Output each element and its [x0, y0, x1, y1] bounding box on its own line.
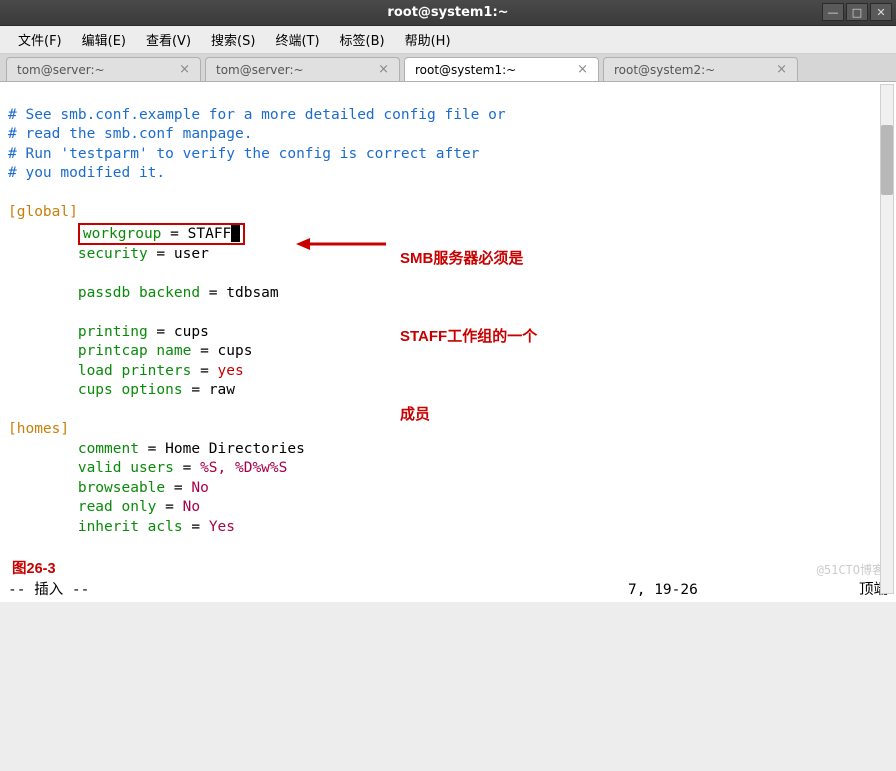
comment-line: # Run 'testparm' to verify the config is…: [8, 146, 479, 162]
tab-1[interactable]: tom@server:~ ×: [205, 57, 400, 81]
menu-edit[interactable]: 编辑(E): [74, 27, 134, 52]
scroll-thumb[interactable]: [881, 125, 893, 195]
close-icon[interactable]: ×: [179, 62, 190, 77]
minimize-button[interactable]: —: [822, 3, 844, 21]
comment-line: # See smb.conf.example for a more detail…: [8, 107, 506, 123]
arrow-icon: [296, 237, 386, 251]
section-homes: [homes]: [8, 421, 69, 437]
vim-statusbar: -- 插入 -- 7, 19-26 顶端: [8, 581, 888, 601]
cursor-icon: [231, 225, 240, 242]
tab-0[interactable]: tom@server:~ ×: [6, 57, 201, 81]
close-icon[interactable]: ×: [577, 62, 588, 77]
close-icon[interactable]: ×: [378, 62, 389, 77]
comment-line: # you modified it.: [8, 165, 165, 181]
highlighted-config: workgroup = STAFF: [78, 223, 245, 245]
menu-help[interactable]: 帮助(H): [397, 27, 459, 52]
tab-2[interactable]: root@system1:~ ×: [404, 57, 599, 81]
window-controls: — □ ✕: [822, 3, 892, 21]
comment-line: # read the smb.conf manpage.: [8, 126, 252, 142]
menu-file[interactable]: 文件(F): [10, 27, 70, 52]
menu-tabs[interactable]: 标签(B): [332, 27, 393, 52]
figure-label: 图26-3: [12, 560, 56, 580]
watermark: @51CTO博客: [817, 561, 884, 581]
maximize-button[interactable]: □: [846, 3, 868, 21]
menu-view[interactable]: 查看(V): [138, 27, 199, 52]
window-title: root@system1:~: [387, 5, 508, 20]
section-global: [global]: [8, 204, 78, 220]
cursor-position: 7, 19-26: [628, 581, 698, 601]
menubar: 文件(F) 编辑(E) 查看(V) 搜索(S) 终端(T) 标签(B) 帮助(H…: [0, 26, 896, 54]
close-icon[interactable]: ×: [776, 62, 787, 77]
tab-label: root@system1:~: [415, 63, 516, 77]
terminal-content[interactable]: # See smb.conf.example for a more detail…: [0, 82, 896, 602]
titlebar: root@system1:~ — □ ✕: [0, 0, 896, 26]
tab-label: root@system2:~: [614, 63, 715, 77]
scrollbar[interactable]: [880, 84, 894, 594]
tab-3[interactable]: root@system2:~ ×: [603, 57, 798, 81]
annotation-text: SMB服务器必须是 STAFF工作组的一个 成员: [400, 194, 537, 480]
menu-terminal[interactable]: 终端(T): [267, 27, 327, 52]
tabbar: tom@server:~ × tom@server:~ × root@syste…: [0, 54, 896, 82]
tab-label: tom@server:~: [216, 63, 304, 77]
tab-label: tom@server:~: [17, 63, 105, 77]
menu-search[interactable]: 搜索(S): [203, 27, 263, 52]
vim-mode: -- 插入 --: [8, 581, 89, 601]
close-button[interactable]: ✕: [870, 3, 892, 21]
